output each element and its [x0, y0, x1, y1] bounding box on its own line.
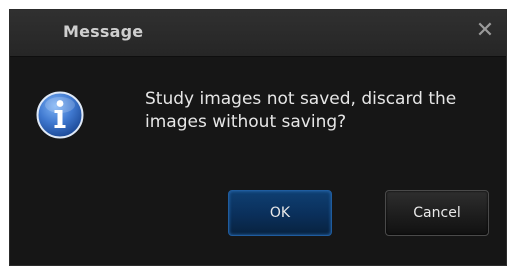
dialog-message: Study images not saved, discard the imag… [145, 89, 457, 132]
cancel-button[interactable]: Cancel [385, 190, 489, 236]
message-dialog: Message ✕ Study images not saved, discar… [9, 9, 507, 266]
dialog-title: Message [63, 22, 144, 41]
info-icon [36, 91, 84, 139]
ok-button[interactable]: OK [228, 190, 332, 236]
dialog-titlebar[interactable]: Message ✕ [10, 10, 506, 57]
close-icon[interactable]: ✕ [474, 18, 496, 44]
